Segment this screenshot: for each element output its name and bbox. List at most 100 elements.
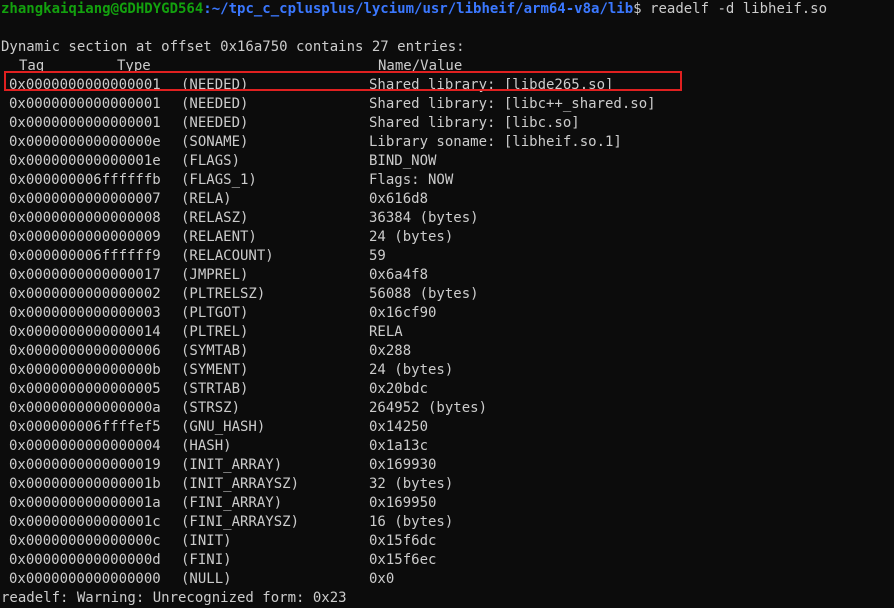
entry-value: 0x169930: [369, 457, 437, 473]
command-prompt-line: zhangkaiqiang@GDHDYGD564:~/tpc_c_cpluspl…: [0, 0, 894, 19]
entry-tag: 0x0000000000000002: [9, 286, 161, 302]
entry-type: (NEEDED): [181, 96, 249, 112]
table-row: 0x0000000000000002 (PLTRELSZ) 56088 (bytes…: [0, 285, 894, 304]
table-row: 0x000000000000001a (FINI_ARRAY) 0x169950: [0, 494, 894, 513]
prompt-user-host: zhangkaiqiang@GDHDYGD564: [1, 1, 204, 17]
entry-value: 0x169950: [369, 495, 437, 511]
entry-value: 0x1a13c: [369, 438, 429, 454]
table-row: 0x0000000000000004 (HASH) 0x1a13c: [0, 437, 894, 456]
entry-type: (SYMENT): [181, 362, 249, 378]
entry-tag: 0x0000000000000014: [9, 324, 161, 340]
entry-tag: 0x000000000000000d: [9, 552, 161, 568]
table-row: 0x0000000000000008 (RELASZ) 36384 (bytes): [0, 209, 894, 228]
table-row: 0x000000006ffffff9 (RELACOUNT) 59: [0, 247, 894, 266]
entry-tag: 0x0000000000000008: [9, 210, 161, 226]
entry-value: 264952 (bytes): [369, 400, 488, 416]
warning-line: readelf: Warning: Unrecognized form: 0x2…: [1, 590, 347, 606]
table-row: 0x000000000000000a (STRSZ) 264952 (bytes): [0, 399, 894, 418]
entry-value: 32 (bytes): [369, 476, 454, 492]
table-row: 0x000000000000001b (INIT_ARRAYSZ) 32 (byte…: [0, 475, 894, 494]
entry-value: 0x15f6ec: [369, 552, 437, 568]
entry-tag: 0x000000000000001c: [9, 514, 161, 530]
entry-tag: 0x000000000000000e: [9, 134, 161, 150]
entry-type: (SONAME): [181, 134, 249, 150]
entry-tag: 0x0000000000000001: [9, 96, 161, 112]
table-row: 0x0000000000000003 (PLTGOT) 0x16cf90: [0, 304, 894, 323]
entry-tag: 0x0000000000000017: [9, 267, 161, 283]
command-text: readelf -d libheif.so: [641, 1, 828, 17]
dynamic-section-summary: Dynamic section at offset 0x16a750 conta…: [1, 39, 465, 55]
entry-type: (PLTRELSZ): [181, 286, 266, 302]
entry-tag: 0x000000000000000c: [9, 533, 161, 549]
entry-type: (RELASZ): [181, 210, 249, 226]
table-row: 0x0000000000000000 (NULL) 0x0: [0, 570, 894, 589]
entry-tag: 0x0000000000000007: [9, 191, 161, 207]
entry-type: (INIT_ARRAY): [181, 457, 283, 473]
entry-type: (FLAGS_1): [181, 172, 257, 188]
entry-tag: 0x000000006ffffff9: [9, 248, 161, 264]
entry-type: (FINI_ARRAYSZ): [181, 514, 300, 530]
entry-value: Library soname: [libheif.so.1]: [369, 134, 622, 150]
entry-tag: 0x0000000000000006: [9, 343, 161, 359]
entry-tag: 0x000000000000001b: [9, 476, 161, 492]
entry-value: RELA: [369, 324, 403, 340]
table-row: 0x000000000000001c (FINI_ARRAYSZ) 16 (byte…: [0, 513, 894, 532]
column-header-tag: Tag: [19, 58, 45, 74]
entry-tag: 0x0000000000000009: [9, 229, 161, 245]
entry-tag: 0x0000000000000019: [9, 457, 161, 473]
table-row: 0x0000000000000001 (NEEDED) Shared library…: [0, 76, 894, 95]
entry-tag: 0x000000006ffffffb: [9, 172, 161, 188]
prompt-symbol: $: [633, 1, 642, 17]
entry-value: 36384 (bytes): [369, 210, 479, 226]
column-header-row: Tag Type Name/Value: [0, 57, 894, 76]
dynamic-entries-list: 0x0000000000000001 (NEEDED) Shared library…: [0, 76, 894, 589]
entry-value: 59: [369, 248, 386, 264]
table-row: 0x0000000000000009 (RELAENT) 24 (bytes): [0, 228, 894, 247]
entry-tag: 0x0000000000000004: [9, 438, 161, 454]
table-row: 0x0000000000000007 (RELA) 0x616d8: [0, 190, 894, 209]
entry-value: 24 (bytes): [369, 229, 454, 245]
entry-type: (GNU_HASH): [181, 419, 266, 435]
table-row: 0x000000006ffffffb (FLAGS_1) Flags: NOW: [0, 171, 894, 190]
table-row: 0x000000000000001e (FLAGS) BIND_NOW: [0, 152, 894, 171]
entry-type: (NEEDED): [181, 115, 249, 131]
entry-type: (FINI): [181, 552, 232, 568]
entry-type: (FINI_ARRAY): [181, 495, 283, 511]
entry-tag: 0x0000000000000003: [9, 305, 161, 321]
entry-value: Shared library: [libde265.so]: [369, 77, 614, 93]
entry-value: BIND_NOW: [369, 153, 437, 169]
table-row: 0x000000000000000b (SYMENT) 24 (bytes): [0, 361, 894, 380]
entry-value: 0x6a4f8: [369, 267, 429, 283]
entry-type: (PLTGOT): [181, 305, 249, 321]
entry-value: 0x288: [369, 343, 412, 359]
table-row: 0x000000000000000d (FINI) 0x15f6ec: [0, 551, 894, 570]
table-row: 0x000000000000000c (INIT) 0x15f6dc: [0, 532, 894, 551]
entry-value: 0x20bdc: [369, 381, 429, 397]
entry-value: 0x0: [369, 571, 395, 587]
entry-tag: 0x0000000000000001: [9, 115, 161, 131]
entry-type: (SYMTAB): [181, 343, 249, 359]
entry-type: (RELA): [181, 191, 232, 207]
entry-type: (RELACOUNT): [181, 248, 274, 264]
entry-value: 0x15f6dc: [369, 533, 437, 549]
entry-type: (INIT): [181, 533, 232, 549]
entry-type: (STRTAB): [181, 381, 249, 397]
entry-value: Flags: NOW: [369, 172, 454, 188]
entry-value: 16 (bytes): [369, 514, 454, 530]
entry-tag: 0x000000000000000a: [9, 400, 161, 416]
column-header-value: Name/Value: [378, 58, 463, 74]
entry-value: 0x616d8: [369, 191, 429, 207]
entry-type: (RELAENT): [181, 229, 257, 245]
entry-value: 0x16cf90: [369, 305, 437, 321]
entry-type: (PLTREL): [181, 324, 249, 340]
table-row: 0x0000000000000006 (SYMTAB) 0x288: [0, 342, 894, 361]
entry-tag: 0x000000000000000b: [9, 362, 161, 378]
table-row: 0x0000000000000019 (INIT_ARRAY) 0x169930: [0, 456, 894, 475]
entry-value: Shared library: [libc++_shared.so]: [369, 96, 656, 112]
terminal-window[interactable]: zhangkaiqiang@GDHDYGD564:~/tpc_c_cpluspl…: [0, 0, 894, 607]
entry-value: 0x14250: [369, 419, 429, 435]
entry-type: (NULL): [181, 571, 232, 587]
entry-type: (NEEDED): [181, 77, 249, 93]
entry-tag: 0x0000000000000005: [9, 381, 161, 397]
